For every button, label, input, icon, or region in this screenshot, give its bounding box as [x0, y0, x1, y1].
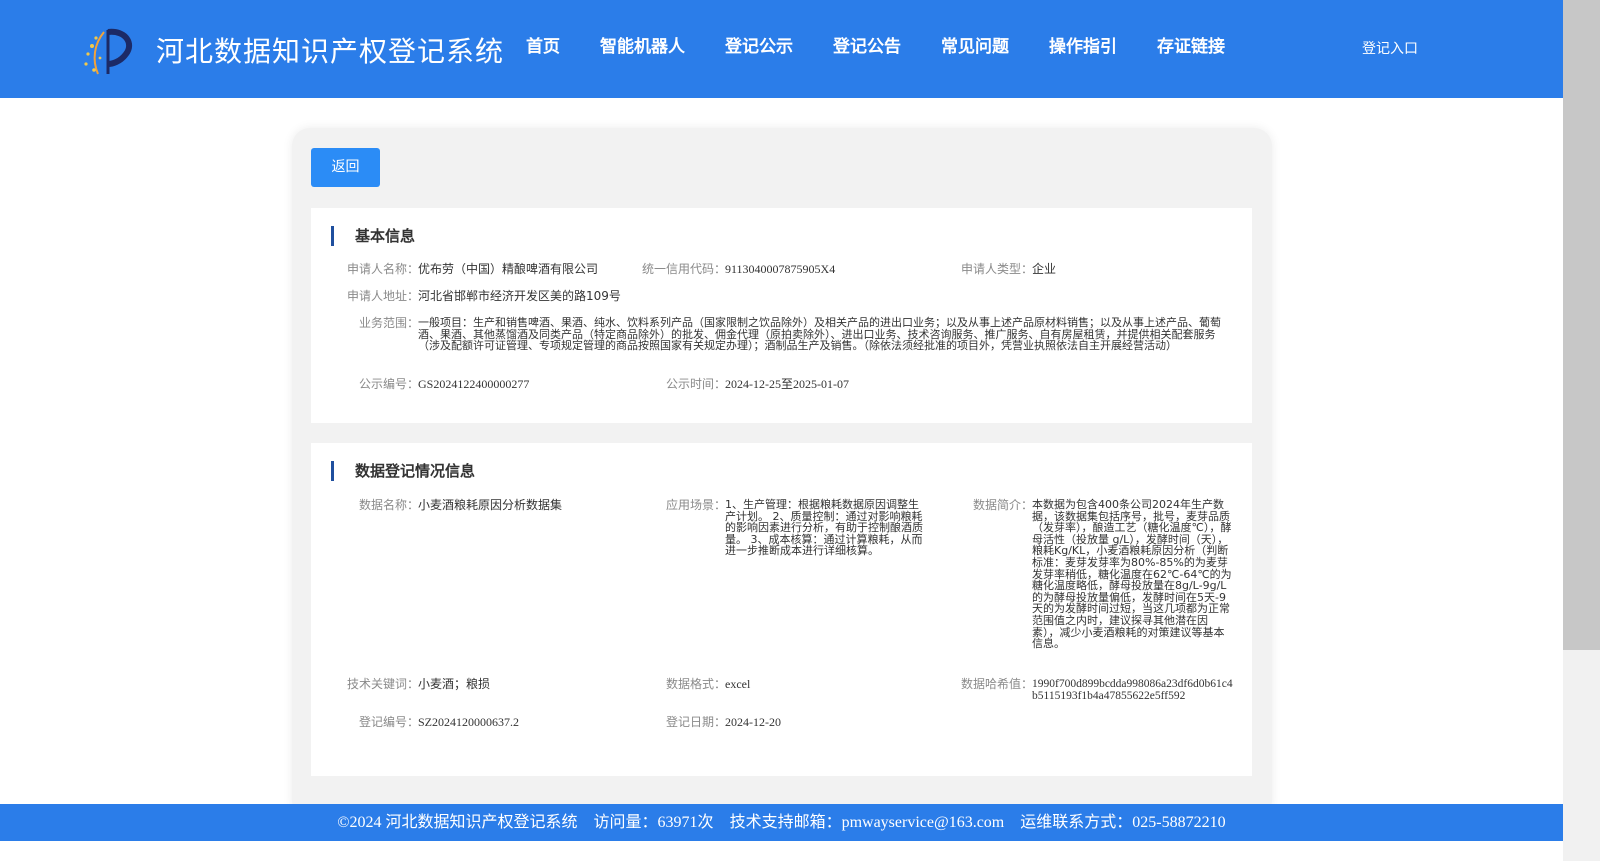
basic-info-title: 基本信息: [331, 226, 415, 246]
scrollbar[interactable]: [1563, 0, 1600, 861]
keywords-value: 小麦酒；粮损: [418, 677, 491, 691]
back-button[interactable]: 返回: [311, 148, 380, 187]
applicant-type-label: 申请人类型：: [961, 262, 1034, 276]
applicant-type-value: 企业: [1032, 262, 1057, 276]
keywords-label: 技术关键词：: [347, 677, 420, 691]
nav-smart-robot[interactable]: 智能机器人: [580, 0, 705, 98]
scenario-label: 应用场景：: [666, 498, 727, 512]
scope-value: 一般项目：生产和销售啤酒、果酒、纯水、饮料系列产品（国家限制之饮品除外）及相关产…: [418, 316, 1221, 352]
footer-email: 技术支持邮箱：pmwayservice@163.com: [729, 814, 1005, 831]
format-value: excel: [725, 677, 751, 691]
intro-value: 本数据为包含400条公司2024年生产数据，该数据集包括序号，批号，麦芽品质（发…: [1032, 498, 1232, 651]
login-link[interactable]: 登记入口: [1362, 38, 1418, 58]
data-name-value: 小麦酒粮耗原因分析数据集: [418, 498, 563, 512]
credit-code-label: 统一信用代码：: [642, 262, 727, 276]
notice-time-label: 公示时间：: [666, 377, 727, 391]
applicant-name-value: 优布劳（中国）精酿啤酒有限公司: [418, 262, 599, 276]
intro-label: 数据简介：: [973, 498, 1034, 512]
detail-panel: 返回 基本信息 申请人名称： 优布劳（中国）精酿啤酒有限公司 统一信用代码： 9…: [292, 128, 1272, 818]
credit-code-value: 9113040007875905X4: [725, 262, 836, 276]
scenario-value: 1、生产管理：根据粮耗数据原因调整生产计划。 2、质量控制：通过对影响粮耗的影响…: [725, 498, 923, 558]
data-name-label: 数据名称：: [359, 498, 420, 512]
scrollbar-thumb[interactable]: [1563, 0, 1600, 650]
row-registration: 登记编号： SZ2024120000637.2 登记日期： 2024-12-20: [311, 716, 1252, 730]
hash-value: 1990f700d899bcdda998086a23df6d0b61c4b511…: [1032, 678, 1233, 702]
footer-visits: 访问量：63971次: [593, 814, 714, 831]
footer-phone: 运维联系方式：025-58872210: [1020, 814, 1226, 831]
reg-no-value: SZ2024120000637.2: [418, 715, 520, 729]
registration-info-title: 数据登记情况信息: [331, 461, 475, 481]
main-nav: 首页 智能机器人 登记公示 登记公告 常见问题 操作指引 存证链接: [506, 0, 1245, 98]
logo-icon: [84, 28, 133, 75]
row-applicant: 申请人名称： 优布劳（中国）精酿啤酒有限公司 统一信用代码： 911304000…: [311, 263, 1252, 277]
row-notice: 公示编号： GS2024122400000277 公示时间： 2024-12-2…: [311, 378, 1252, 392]
address-value: 河北省邯郸市经济开发区美的路109号: [418, 289, 621, 303]
format-label: 数据格式：: [666, 677, 727, 691]
scope-label: 业务范围：: [359, 316, 420, 330]
row-scope: 业务范围： 一般项目：生产和销售啤酒、果酒、纯水、饮料系列产品（国家限制之饮品除…: [311, 317, 1252, 365]
reg-date-value: 2024-12-20: [725, 715, 781, 729]
reg-date-label: 登记日期：: [666, 715, 727, 729]
notice-no-value: GS2024122400000277: [418, 377, 530, 391]
hash-label: 数据哈希值：: [961, 677, 1034, 691]
footer-copyright: ©2024 河北数据知识产权登记系统: [337, 814, 578, 831]
nav-registration-publicity[interactable]: 登记公示: [705, 0, 813, 98]
basic-info-card: 基本信息 申请人名称： 优布劳（中国）精酿啤酒有限公司 统一信用代码： 9113…: [311, 208, 1252, 423]
nav-evidence-link[interactable]: 存证链接: [1137, 0, 1245, 98]
row-data-details: 数据名称： 小麦酒粮耗原因分析数据集 应用场景： 1、生产管理：根据粮耗数据原因…: [311, 499, 1252, 669]
nav-faq[interactable]: 常见问题: [921, 0, 1029, 98]
registration-info-card: 数据登记情况信息 数据名称： 小麦酒粮耗原因分析数据集 应用场景： 1、生产管理…: [311, 443, 1252, 776]
nav-registration-announcement[interactable]: 登记公告: [813, 0, 921, 98]
notice-time-value: 2024-12-25至2025-01-07: [725, 377, 849, 391]
footer: ©2024 河北数据知识产权登记系统 访问量：63971次 技术支持邮箱：pmw…: [0, 804, 1563, 841]
row-keywords: 技术关键词： 小麦酒；粮损 数据格式： excel 数据哈希值： 1990f70…: [311, 678, 1252, 706]
row-address: 申请人地址： 河北省邯郸市经济开发区美的路109号: [311, 290, 1252, 304]
applicant-name-label: 申请人名称：: [347, 262, 420, 276]
address-label: 申请人地址：: [347, 289, 420, 303]
nav-home[interactable]: 首页: [506, 0, 580, 98]
nav-guide[interactable]: 操作指引: [1029, 0, 1137, 98]
notice-no-label: 公示编号：: [359, 377, 420, 391]
site-title: 河北数据知识产权登记系统: [156, 35, 505, 68]
top-header: 河北数据知识产权登记系统 首页 智能机器人 登记公示 登记公告 常见问题 操作指…: [0, 0, 1563, 98]
reg-no-label: 登记编号：: [359, 715, 420, 729]
